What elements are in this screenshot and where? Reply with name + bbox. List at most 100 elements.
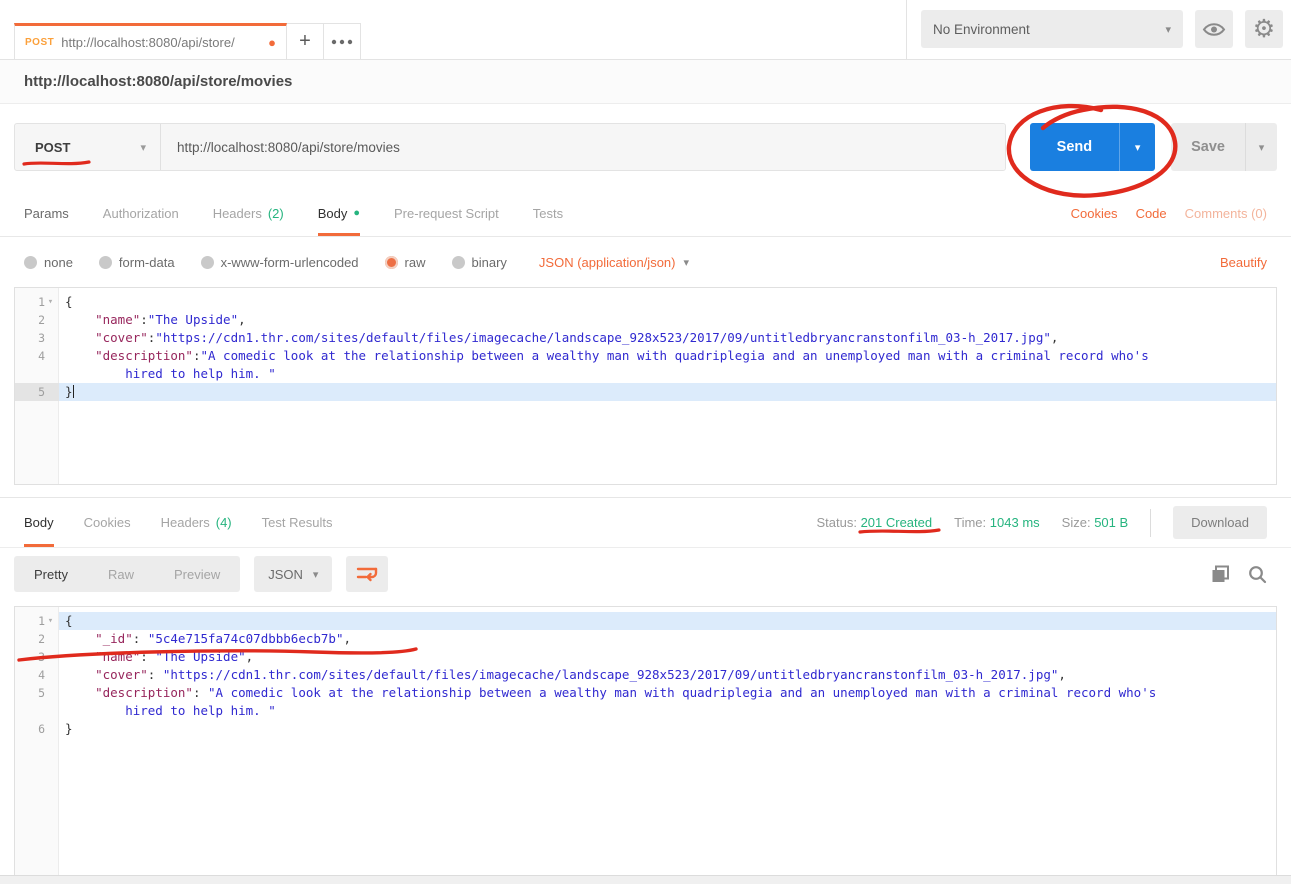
headers-count-badge: (4): [216, 515, 232, 530]
save-button[interactable]: Save: [1171, 123, 1245, 171]
send-options-button[interactable]: ▾: [1119, 123, 1155, 171]
radio-none[interactable]: none: [24, 255, 73, 270]
method-dropdown[interactable]: POST ▾: [15, 124, 161, 170]
view-raw-button[interactable]: Raw: [88, 567, 154, 582]
radio-icon: [99, 256, 112, 269]
code-text: "cover":"https://cdn1.thr.com/sites/defa…: [59, 329, 1276, 347]
tab-label: Cookies: [84, 515, 131, 530]
tab-headers[interactable]: Headers (2): [213, 190, 284, 236]
status-value: 201 Created: [861, 515, 933, 530]
radio-label: x-www-form-urlencoded: [221, 255, 359, 270]
size-label: Size:: [1062, 515, 1091, 530]
chevron-down-icon: ▾: [1259, 141, 1265, 154]
code-line: 5 "description": "A comedic look at the …: [15, 684, 1276, 702]
tab-pre-request-script[interactable]: Pre-request Script: [394, 190, 499, 236]
radio-form-data[interactable]: form-data: [99, 255, 175, 270]
headers-count-badge: (2): [268, 206, 284, 221]
send-button[interactable]: Send: [1030, 123, 1119, 171]
radio-raw[interactable]: raw: [385, 255, 426, 270]
environment-selector[interactable]: No Environment ▾: [921, 10, 1183, 48]
response-body-editor[interactable]: 1▾{2 "_id": "5c4e715fa74c07dbbb6ecb7b",3…: [14, 606, 1277, 876]
radio-selected-icon: [385, 256, 398, 269]
size-value: 501 B: [1094, 515, 1128, 530]
chevron-down-icon: ▾: [1135, 141, 1141, 154]
size-badge: Size: 501 B: [1062, 515, 1129, 530]
time-badge: Time: 1043 ms: [954, 515, 1040, 530]
chevron-down-icon: ▾: [1165, 23, 1171, 36]
wrap-lines-button[interactable]: [346, 556, 388, 592]
code-text: hired to help him. ": [59, 702, 1276, 720]
time-label: Time:: [954, 515, 986, 530]
tab-params[interactable]: Params: [24, 190, 69, 236]
code-text: {: [59, 293, 1276, 311]
radio-label: binary: [472, 255, 507, 270]
request-tab[interactable]: POST http://localhost:8080/api/store/ ●: [14, 23, 287, 59]
settings-button[interactable]: ⚙: [1245, 10, 1283, 48]
request-title: http://localhost:8080/api/store/movies: [24, 73, 292, 90]
format-value: JSON: [268, 567, 303, 582]
copy-icon[interactable]: [1211, 565, 1230, 584]
fold-toggle-icon[interactable]: ▾: [45, 297, 56, 307]
code-line: 2 "_id": "5c4e715fa74c07dbbb6ecb7b",: [15, 630, 1276, 648]
view-pretty-button[interactable]: Pretty: [14, 567, 88, 582]
content-type-dropdown[interactable]: JSON (application/json) ▾: [539, 255, 689, 270]
radio-icon: [24, 256, 37, 269]
chevron-down-icon: ▾: [683, 256, 689, 269]
method-value: POST: [35, 140, 70, 155]
request-body-editor[interactable]: 1▾{2 "name":"The Upside",3 "cover":"http…: [14, 287, 1277, 485]
code-link[interactable]: Code: [1136, 206, 1167, 221]
environment-quicklook-button[interactable]: [1195, 10, 1233, 48]
unsaved-dot-icon: ●: [268, 35, 276, 50]
beautify-link[interactable]: Beautify: [1220, 255, 1267, 270]
cookies-link[interactable]: Cookies: [1071, 206, 1118, 221]
response-view-row: Pretty Raw Preview JSON ▾: [0, 548, 1291, 600]
word-wrap-icon: [356, 565, 378, 583]
tab-label: Body: [24, 515, 54, 530]
save-options-button[interactable]: ▾: [1245, 123, 1277, 171]
response-view-toggle: Pretty Raw Preview: [14, 556, 240, 592]
code-text: }: [59, 383, 1276, 401]
line-number: 3: [15, 648, 59, 666]
fold-toggle-icon[interactable]: ▾: [45, 616, 56, 626]
response-editor-lines: 1▾{2 "_id": "5c4e715fa74c07dbbb6ecb7b",3…: [15, 607, 1276, 738]
tab-body[interactable]: Body ●: [318, 190, 360, 236]
ellipsis-icon: [331, 39, 353, 45]
environment-value: No Environment: [933, 22, 1030, 37]
code-text: "_id": "5c4e715fa74c07dbbb6ecb7b",: [59, 630, 1276, 648]
line-number: 5: [15, 383, 59, 401]
tab-response-cookies[interactable]: Cookies: [84, 498, 131, 547]
text-cursor: [73, 385, 74, 398]
request-editor-lines: 1▾{2 "name":"The Upside",3 "cover":"http…: [15, 288, 1276, 401]
request-tab-strip: POST http://localhost:8080/api/store/ ● …: [0, 0, 906, 59]
tab-test-results[interactable]: Test Results: [262, 498, 333, 547]
url-input[interactable]: [161, 124, 1005, 170]
radio-binary[interactable]: binary: [452, 255, 507, 270]
request-tabs: Params Authorization Headers (2) Body ● …: [0, 190, 1291, 237]
comments-link[interactable]: Comments (0): [1185, 206, 1267, 221]
chevron-down-icon: ▾: [140, 141, 146, 154]
radio-x-www-form-urlencoded[interactable]: x-www-form-urlencoded: [201, 255, 359, 270]
code-text: "name":"The Upside",: [59, 311, 1276, 329]
send-split-button: Send ▾: [1030, 123, 1155, 171]
request-title-row: http://localhost:8080/api/store/movies: [0, 60, 1291, 104]
new-tab-button[interactable]: +: [287, 23, 324, 59]
download-button[interactable]: Download: [1173, 506, 1267, 539]
tab-tests[interactable]: Tests: [533, 190, 563, 236]
line-number: 1▾: [15, 293, 59, 311]
code-line: 1▾{: [15, 293, 1276, 311]
response-format-dropdown[interactable]: JSON ▾: [254, 556, 332, 592]
tab-response-headers[interactable]: Headers (4): [161, 498, 232, 547]
code-line: hired to help him. ": [15, 365, 1276, 383]
tab-label: Headers: [213, 206, 262, 221]
postman-window: POST http://localhost:8080/api/store/ ● …: [0, 0, 1291, 884]
view-preview-button[interactable]: Preview: [154, 567, 240, 582]
time-value: 1043 ms: [990, 515, 1040, 530]
line-number: 4: [15, 347, 59, 365]
tab-authorization[interactable]: Authorization: [103, 190, 179, 236]
eye-icon: [1202, 21, 1226, 38]
request-tab-links: Cookies Code Comments (0): [1071, 190, 1267, 236]
search-icon[interactable]: [1248, 565, 1267, 584]
code-text: "description": "A comedic look at the re…: [59, 684, 1276, 702]
tab-response-body[interactable]: Body: [24, 498, 54, 547]
more-tabs-button[interactable]: [324, 23, 361, 59]
